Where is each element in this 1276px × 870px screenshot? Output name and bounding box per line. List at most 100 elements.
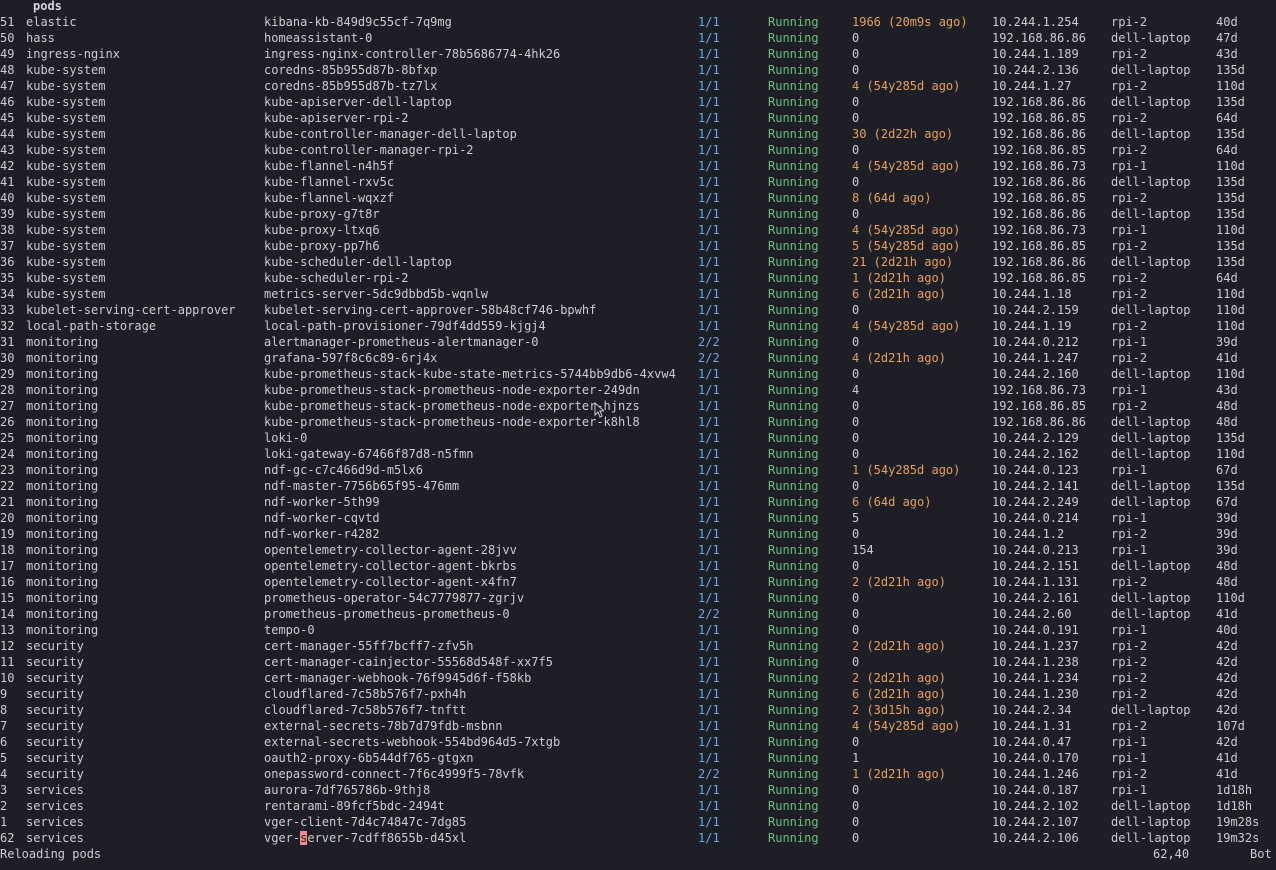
ready-cell: 1/1 [698, 431, 720, 445]
restarts-cell: 0 [852, 175, 860, 189]
pod-row[interactable]: 1 services vger-client-7d4c74847c-7dg85 1/1… [0, 814, 1276, 830]
node-cell: dell-laptop [1111, 175, 1191, 189]
age-cell: 47d [1216, 31, 1238, 45]
restarts-cell: 1 (2d21h ago) [852, 271, 946, 285]
ip-cell: 192.168.86.85 [992, 399, 1086, 413]
ip-cell: 192.168.86.85 [992, 143, 1086, 157]
pod-row[interactable]: 3 services aurora-7df765786b-9thj8 1/1 Runni… [0, 782, 1276, 798]
pod-row[interactable]: 43 kube-system kube-controller-manager-rpi… [0, 142, 1276, 158]
pod-row[interactable]: 46 kube-system kube-apiserver-dell-laptop 1… [0, 94, 1276, 110]
pod-row[interactable]: 6 security external-secrets-webhook-554bd9… [0, 734, 1276, 750]
pod-row[interactable]: 8 security cloudflared-7c58b576f7-tnftt 1/1… [0, 702, 1276, 718]
status-cell: Running [768, 655, 819, 669]
pod-row[interactable]: 25 monitoring loki-0 1/1 Running 0 10.244.2.12… [0, 430, 1276, 446]
pod-row[interactable]: 24 monitoring loki-gateway-67466f87d8-n5fm… [0, 446, 1276, 462]
age-cell: 110d [1216, 159, 1245, 173]
pod-name-cell: external-secrets-78b7d79fdb-msbnn [264, 719, 503, 733]
pod-row[interactable]: 11 security cert-manager-cainjector-55568d… [0, 654, 1276, 670]
pod-row[interactable]: 42 kube-system kube-flannel-n4h5f 1/1 Runnin… [0, 158, 1276, 174]
age-cell: 48d [1216, 399, 1238, 413]
pod-row[interactable]: 33 kubelet-serving-cert-approver kubelet-s… [0, 302, 1276, 318]
pod-row[interactable]: 28 monitoring kube-prometheus-stack-promet… [0, 382, 1276, 398]
ip-cell: 10.244.0.213 [992, 543, 1079, 557]
restarts-cell: 0 [852, 399, 860, 413]
ip-cell: 192.168.86.86 [992, 127, 1086, 141]
node-cell: rpi-2 [1111, 287, 1148, 301]
pod-row[interactable]: 27 monitoring kube-prometheus-stack-promet… [0, 398, 1276, 414]
pod-row[interactable]: 9 security cloudflared-7c58b576f7-pxh4h 1/1… [0, 686, 1276, 702]
pod-row[interactable]: 5 security oauth2-proxy-6b544df765-gtgxn 1/… [0, 750, 1276, 766]
pod-row[interactable]: 13 monitoring tempo-0 1/1 Running 0 10.244.0.1… [0, 622, 1276, 638]
pod-row[interactable]: 50 hass homeassistant-0 1/1 Running 0 192.168.… [0, 30, 1276, 46]
pod-row[interactable]: 29 monitoring kube-prometheus-stack-kube-s… [0, 366, 1276, 382]
line-number: 26 [0, 415, 15, 429]
pod-row[interactable]: 40 kube-system kube-flannel-wqxzf 1/1 Runnin… [0, 190, 1276, 206]
ip-cell: 10.244.2.129 [992, 431, 1079, 445]
ready-cell: 1/1 [698, 655, 720, 669]
pod-name-cell: kube-prometheus-stack-prometheus-node-ex… [264, 399, 640, 413]
restarts-cell: 0 [852, 831, 860, 845]
pod-row[interactable]: 20 monitoring ndf-worker-cqvtd 1/1 Running 5 1… [0, 510, 1276, 526]
age-cell: 43d [1216, 383, 1238, 397]
pod-row[interactable]: 35 kube-system kube-scheduler-rpi-2 1/1 Runn… [0, 270, 1276, 286]
ready-cell: 1/1 [698, 47, 720, 61]
pod-row[interactable]: 32 local-path-storage local-path-provision… [0, 318, 1276, 334]
pod-row[interactable]: 39 kube-system kube-proxy-g7t8r 1/1 Running 0… [0, 206, 1276, 222]
pod-row[interactable]: 17 monitoring opentelemetry-collector-agen… [0, 558, 1276, 574]
pod-row[interactable]: 12 security cert-manager-55ff7bcff7-zfv5h 1… [0, 638, 1276, 654]
restarts-cell: 0 [852, 111, 860, 125]
pod-name-cell: oauth2-proxy-6b544df765-gtgxn [264, 751, 474, 765]
namespace-cell: security [26, 735, 84, 749]
pod-row[interactable]: 30 monitoring grafana-597f8c6c89-6rj4x 2/2 R… [0, 350, 1276, 366]
pod-row[interactable]: 41 kube-system kube-flannel-rxv5c 1/1 Runnin… [0, 174, 1276, 190]
pod-row[interactable]: 15 monitoring prometheus-operator-54c77798… [0, 590, 1276, 606]
pod-row[interactable]: 45 kube-system kube-apiserver-rpi-2 1/1 Runn… [0, 110, 1276, 126]
node-cell: rpi-2 [1111, 191, 1148, 205]
ready-cell: 1/1 [698, 751, 720, 765]
pod-row[interactable]: 38 kube-system kube-proxy-ltxq6 1/1 Running 4… [0, 222, 1276, 238]
age-cell: 135d [1216, 175, 1245, 189]
line-number: 21 [0, 495, 15, 509]
restarts-cell: 0 [852, 559, 860, 573]
pod-row[interactable]: 47 kube-system coredns-85b955d87b-tz7lx 1/1… [0, 78, 1276, 94]
node-cell: dell-laptop [1111, 367, 1191, 381]
pod-row[interactable]: 51 elastic kibana-kb-849d9c55cf-7q9mg 1/1 Ru… [0, 14, 1276, 30]
ready-cell: 1/1 [698, 399, 720, 413]
pod-row[interactable]: 37 kube-system kube-proxy-pp7h6 1/1 Running 5… [0, 238, 1276, 254]
pod-row[interactable]: 18 monitoring opentelemetry-collector-agen… [0, 542, 1276, 558]
pod-row[interactable]: 16 monitoring opentelemetry-collector-agen… [0, 574, 1276, 590]
node-cell: rpi-1 [1111, 735, 1148, 749]
pod-row[interactable]: 10 security cert-manager-webhook-76f9945d6… [0, 670, 1276, 686]
pod-row[interactable]: 44 kube-system kube-controller-manager-del… [0, 126, 1276, 142]
ready-cell: 1/1 [698, 383, 720, 397]
node-cell: rpi-2 [1111, 47, 1148, 61]
ip-cell: 10.244.1.189 [992, 47, 1079, 61]
pod-row[interactable]: 2 services rentarami-89fcf5bdc-2494t 1/1 Run… [0, 798, 1276, 814]
ready-cell: 1/1 [698, 287, 720, 301]
pod-row[interactable]: 14 monitoring prometheus-prometheus-promet… [0, 606, 1276, 622]
restarts-cell: 21 (2d21h ago) [852, 255, 954, 269]
ip-cell: 10.244.0.212 [992, 335, 1079, 349]
pod-row[interactable]: 26 monitoring kube-prometheus-stack-promet… [0, 414, 1276, 430]
namespace-cell: elastic [26, 15, 77, 29]
age-cell: 110d [1216, 591, 1245, 605]
pod-row[interactable]: 22 monitoring ndf-master-7756b65f95-476mm 1… [0, 478, 1276, 494]
pod-row[interactable]: 31 monitoring alertmanager-prometheus-aler… [0, 334, 1276, 350]
status-cell: Running [768, 367, 819, 381]
age-cell: 39d [1216, 527, 1238, 541]
pod-row[interactable]: 36 kube-system kube-scheduler-dell-laptop 1… [0, 254, 1276, 270]
pod-row[interactable]: 4 security onepassword-connect-7f6c4999f5-… [0, 766, 1276, 782]
pod-row[interactable]: 7 security external-secrets-78b7d79fdb-msb… [0, 718, 1276, 734]
ready-cell: 1/1 [698, 63, 720, 77]
pod-row[interactable]: 49 ingress-nginx ingress-nginx-controller-… [0, 46, 1276, 62]
pod-row[interactable]: 48 kube-system coredns-85b955d87b-8bfxp 1/1… [0, 62, 1276, 78]
pod-row[interactable]: 62 services vger-server-7cdff8655b-d45xl 1/… [0, 830, 1276, 846]
pod-row[interactable]: 34 kube-system metrics-server-5dc9dbbd5b-w… [0, 286, 1276, 302]
pods-table[interactable]: 51 elastic kibana-kb-849d9c55cf-7q9mg 1/1 Ru… [0, 14, 1276, 846]
pod-row[interactable]: 23 monitoring ndf-gc-c7c466d9d-m5lx6 1/1 Run… [0, 462, 1276, 478]
node-cell: rpi-1 [1111, 783, 1148, 797]
pod-row[interactable]: 21 monitoring ndf-worker-5th99 1/1 Running 6 … [0, 494, 1276, 510]
pod-row[interactable]: 19 monitoring ndf-worker-r4282 1/1 Running 0 1… [0, 526, 1276, 542]
line-number: 1 [0, 815, 8, 829]
pod-name-cell: kube-controller-manager-dell-laptop [264, 127, 517, 141]
